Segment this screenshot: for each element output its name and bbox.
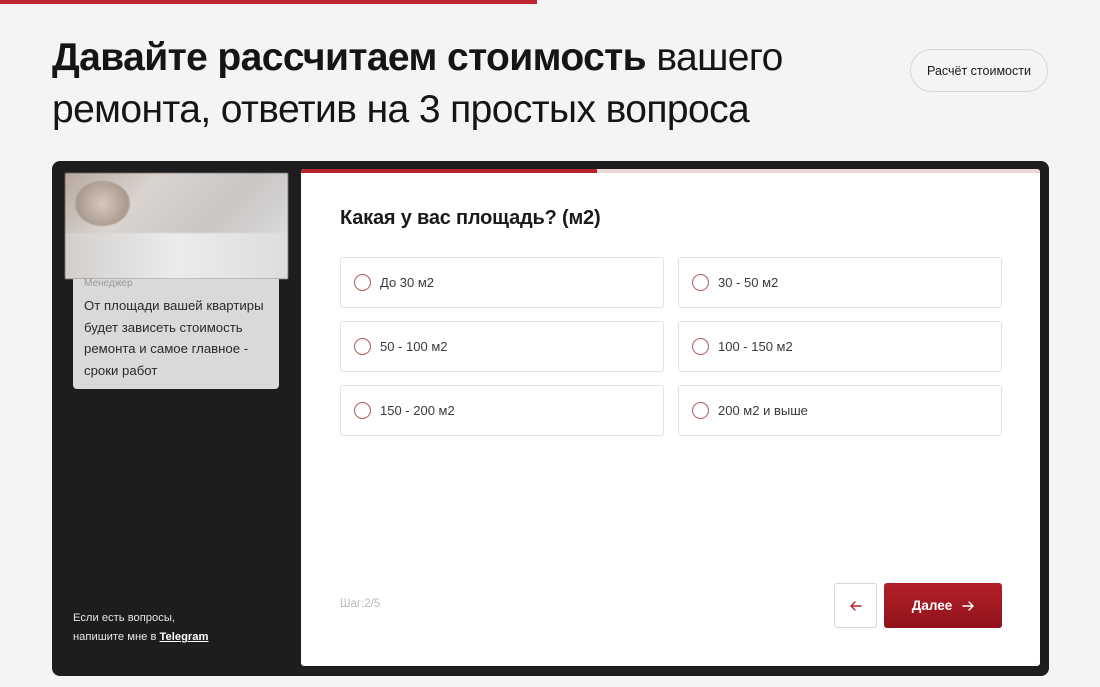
option-label: 100 - 150 м2 [718, 339, 793, 354]
option-200-plus[interactable]: 200 м2 и выше [678, 385, 1002, 436]
title-light-part-2: ремонта, ответив на 3 простых вопроса [52, 88, 750, 131]
radio-icon[interactable] [692, 338, 709, 355]
manager-message-bubble: Менеджер От площади вашей квартиры будет… [73, 279, 279, 389]
page-title: Давайте рассчитаем стоимость вашего ремо… [52, 32, 812, 136]
radio-icon[interactable] [354, 274, 371, 291]
top-accent-line [0, 0, 537, 4]
option-100-150[interactable]: 100 - 150 м2 [678, 321, 1002, 372]
manager-role: Менеджер [84, 278, 133, 289]
option-label: 200 м2 и выше [718, 403, 808, 418]
contact-note: Если есть вопросы, напишите мне в Telegr… [73, 609, 273, 647]
option-label: 150 - 200 м2 [380, 403, 455, 418]
next-button[interactable]: Далее [884, 583, 1002, 628]
manager-message: От площади вашей квартиры будет зависеть… [84, 298, 264, 378]
quiz-container: Менеджер От площади вашей квартиры будет… [52, 161, 1049, 676]
option-30-50[interactable]: 30 - 50 м2 [678, 257, 1002, 308]
title-light-part-1: вашего [656, 36, 783, 79]
option-150-200[interactable]: 150 - 200 м2 [340, 385, 664, 436]
quiz-panel: Какая у вас площадь? (м2) До 30 м2 30 - … [301, 169, 1040, 666]
option-up-to-30[interactable]: До 30 м2 [340, 257, 664, 308]
next-button-label: Далее [911, 598, 953, 613]
progress-fill [301, 169, 597, 173]
step-indicator: Шаг:2/5 [340, 598, 381, 610]
option-50-100[interactable]: 50 - 100 м2 [340, 321, 664, 372]
title-bold-part: Давайте рассчитаем стоимость [52, 36, 647, 79]
contact-line-1: Если есть вопросы, [73, 612, 175, 624]
radio-icon[interactable] [692, 274, 709, 291]
question-title: Какая у вас площадь? (м2) [340, 207, 601, 229]
manager-photo [65, 173, 288, 279]
radio-icon[interactable] [354, 338, 371, 355]
contact-line-2: напишите мне в [73, 631, 160, 643]
progress-bar [301, 169, 1040, 173]
arrow-left-icon [849, 600, 862, 611]
options-grid: До 30 м2 30 - 50 м2 50 - 100 м2 100 - 15… [340, 257, 1002, 436]
telegram-link[interactable]: Telegram [160, 631, 209, 643]
option-label: 50 - 100 м2 [380, 339, 448, 354]
radio-icon[interactable] [692, 402, 709, 419]
option-label: До 30 м2 [380, 275, 435, 290]
back-button[interactable] [834, 583, 877, 628]
calc-cost-button[interactable]: Расчёт стоимости [910, 49, 1048, 92]
option-label: 30 - 50 м2 [718, 275, 779, 290]
radio-icon[interactable] [354, 402, 371, 419]
arrow-right-icon [962, 600, 974, 611]
